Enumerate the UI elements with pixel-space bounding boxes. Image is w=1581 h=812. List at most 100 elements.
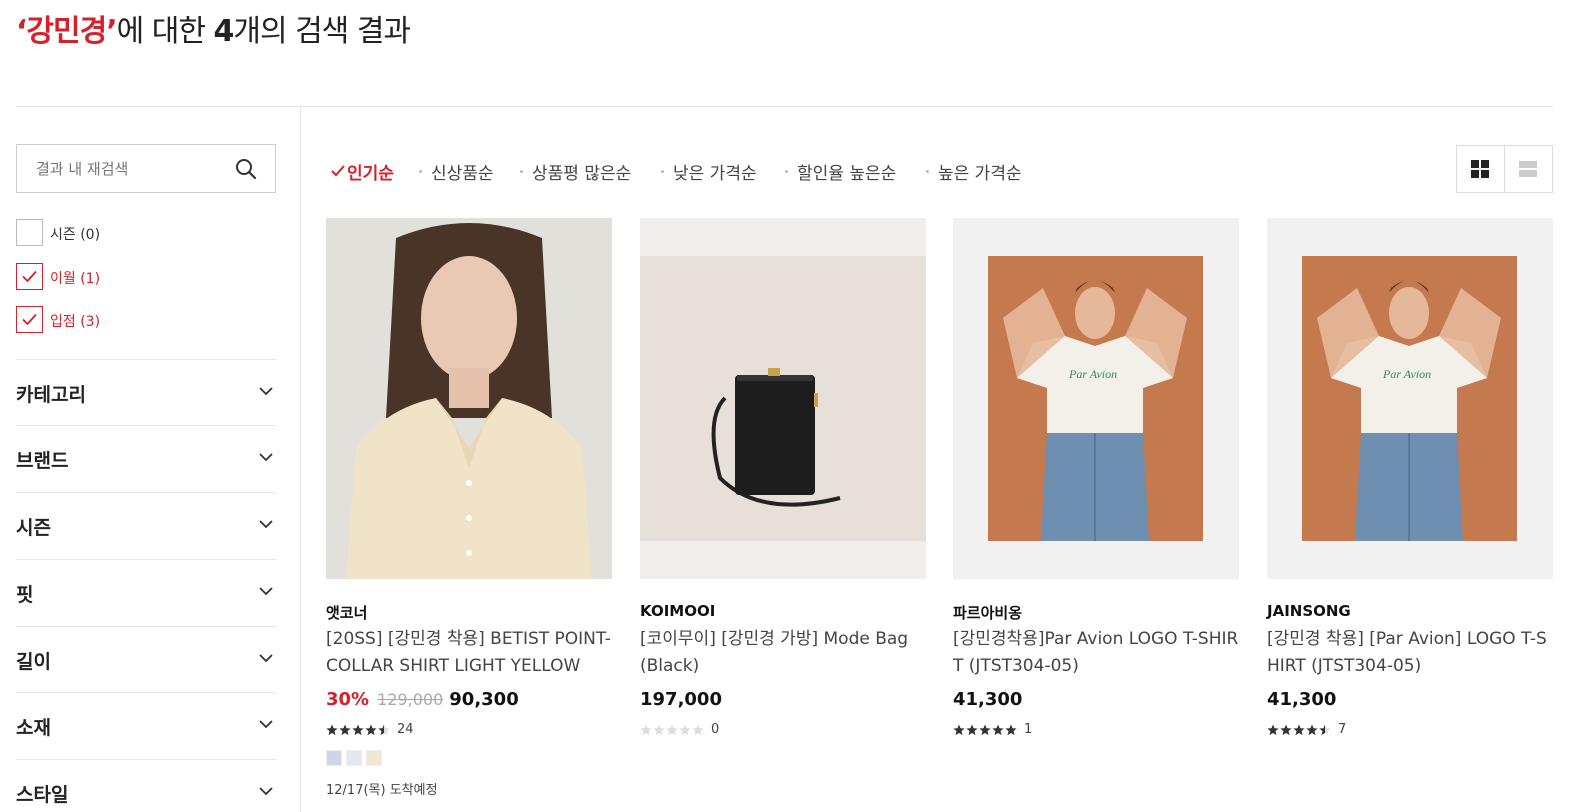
sort-label: 낮은 가격순 (673, 163, 757, 184)
product-card[interactable]: Par Avion JAINSONG [강민경 착용] [Par Avion] … (1267, 218, 1553, 737)
sort-label: 신상품순 (431, 163, 494, 184)
check-icon (22, 313, 37, 325)
filter-entry[interactable]: 입점 (3) (16, 305, 100, 333)
research-input[interactable] (36, 159, 236, 178)
discount-rate: 30% (326, 689, 370, 710)
star-icon (992, 724, 1004, 736)
filter-label: 입점 (3) (50, 314, 101, 330)
sort-label: 할인율 높은순 (797, 163, 897, 184)
checkbox-checked[interactable] (16, 262, 43, 290)
chevron-down-icon (259, 720, 273, 729)
accordion-label: 스타일 (16, 784, 69, 806)
color-swatch[interactable] (346, 750, 362, 766)
grid-view-button[interactable] (1457, 146, 1505, 192)
chevron-down-icon (259, 520, 273, 529)
sort-popular[interactable]: 인기순 (331, 159, 394, 184)
print-text: Par Avion (1382, 367, 1431, 381)
star-icon (378, 724, 390, 736)
star-icon (979, 724, 991, 736)
chevron-down-icon (259, 787, 273, 796)
star-icon (692, 724, 704, 736)
accordion-label: 핏 (16, 584, 34, 606)
chevron-down-icon (259, 587, 273, 596)
bullet-icon (520, 169, 523, 173)
product-brand[interactable]: KOIMOOI (640, 602, 715, 620)
star-icon (1280, 724, 1292, 736)
accordion-label: 카테고리 (16, 384, 86, 406)
check-icon (22, 270, 37, 282)
color-swatches (326, 750, 386, 766)
filter-season[interactable]: 시즌 (0) (16, 218, 100, 246)
search-result-title: ‘강민경’에 대한 4개의 검색 결과 (16, 6, 411, 50)
product-image[interactable]: Par Avion (953, 218, 1239, 579)
star-icon (1319, 724, 1331, 736)
sale-price: 197,000 (640, 689, 722, 710)
accordion-season[interactable]: 시즌 (16, 492, 276, 559)
star-icon (1293, 724, 1305, 736)
accordion-label: 소재 (16, 717, 51, 739)
product-brand[interactable]: 파르아비옹 (953, 602, 1022, 623)
checkbox[interactable] (16, 218, 43, 246)
search-query: ‘강민경’ (16, 14, 118, 49)
search-icon[interactable] (235, 158, 257, 180)
sort-label: 인기순 (347, 163, 394, 184)
product-photo-bag (640, 218, 926, 579)
star-icon (666, 724, 678, 736)
product-brand[interactable]: 앳코너 (326, 602, 367, 623)
chevron-down-icon (259, 387, 273, 396)
star-icon (953, 724, 965, 736)
product-name[interactable]: [코이무이] [강민경 가방] Mode Bag (Black) (640, 626, 926, 680)
rating: 7 (1267, 722, 1346, 737)
sort-newest[interactable]: 신상품순 (419, 159, 494, 184)
product-name[interactable]: [20SS] [강민경 착용] BETIST POINT-COLLAR SHIR… (326, 626, 612, 680)
price-row: 197,000 (640, 689, 722, 710)
rating: 1 (953, 722, 1032, 737)
product-image[interactable] (640, 218, 926, 579)
filter-label: 이월 (1) (50, 271, 101, 287)
accordion-brand[interactable]: 브랜드 (16, 425, 276, 492)
accordion-length[interactable]: 길이 (16, 626, 276, 693)
sort-high-price[interactable]: 높은 가격순 (926, 159, 1022, 184)
star-icon (640, 724, 652, 736)
review-count: 0 (711, 722, 720, 737)
product-brand[interactable]: JAINSONG (1267, 602, 1351, 620)
filter-label: 시즌 (0) (50, 227, 101, 243)
accordion-label: 시즌 (16, 517, 51, 539)
delivery-estimate: 12/17(목) 도착예정 (326, 783, 438, 798)
product-card[interactable]: Par Avion 파르아비옹 [강민경착용]Par Avion LOGO T-… (953, 218, 1239, 737)
color-swatch[interactable] (366, 750, 382, 766)
color-swatch[interactable] (326, 750, 342, 766)
star-icon (1005, 724, 1017, 736)
product-name[interactable]: [강민경 착용] [Par Avion] LOGO T-SHIRT (JTST3… (1267, 626, 1553, 680)
accordion-category[interactable]: 카테고리 (16, 359, 276, 426)
product-photo-tshirt: Par Avion (953, 218, 1239, 579)
check-icon (331, 165, 345, 177)
product-name[interactable]: [강민경착용]Par Avion LOGO T-SHIRT (JTST304-0… (953, 626, 1239, 680)
star-rating (326, 724, 391, 736)
checkbox-checked[interactable] (16, 305, 43, 333)
grid-icon (1471, 160, 1490, 178)
accordion-material[interactable]: 소재 (16, 692, 276, 759)
rating: 24 (326, 722, 414, 737)
product-image[interactable] (326, 218, 612, 579)
view-toggle (1456, 145, 1553, 193)
product-card[interactable]: KOIMOOI [코이무이] [강민경 가방] Mode Bag (Black)… (640, 218, 926, 737)
sort-most-reviews[interactable]: 상품평 많은순 (520, 159, 632, 184)
filter-carryover[interactable]: 이월 (1) (16, 262, 100, 290)
price-row: 30% 129,000 90,300 (326, 689, 519, 710)
sort-high-discount[interactable]: 할인율 높은순 (785, 159, 897, 184)
sort-label: 상품평 많은순 (532, 163, 632, 184)
star-icon (365, 724, 377, 736)
product-card[interactable]: 앳코너 [20SS] [강민경 착용] BETIST POINT-COLLAR … (326, 218, 612, 798)
accordion-fit[interactable]: 핏 (16, 559, 276, 626)
product-image[interactable]: Par Avion (1267, 218, 1553, 579)
rating: 0 (640, 722, 719, 737)
list-view-button[interactable] (1505, 146, 1553, 192)
price-row: 41,300 (1267, 689, 1336, 710)
accordion-label: 길이 (16, 651, 51, 673)
accordion-style[interactable]: 스타일 (16, 759, 276, 812)
product-photo-shirt (326, 218, 612, 579)
sort-low-price[interactable]: 낮은 가격순 (661, 159, 757, 184)
research-box (16, 144, 276, 193)
title-prefix: 에 대한 (116, 14, 214, 49)
